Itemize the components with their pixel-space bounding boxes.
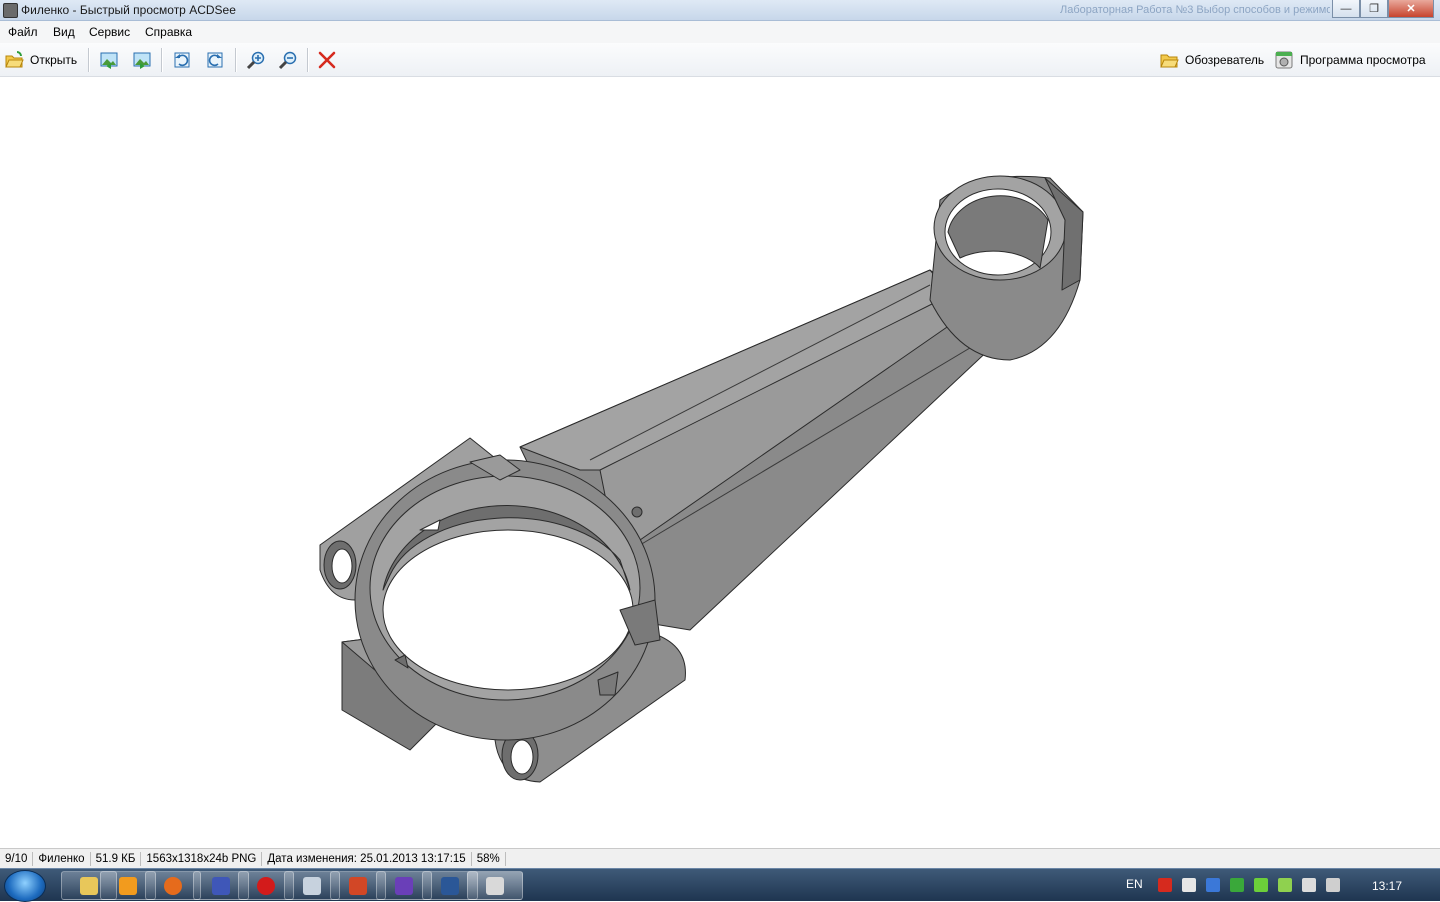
word-icon bbox=[441, 876, 459, 895]
app-icon bbox=[3, 3, 18, 18]
status-file-name: Филенко bbox=[33, 852, 91, 866]
clock[interactable]: 13:17 bbox=[1372, 879, 1402, 893]
open-label: Открыть bbox=[30, 53, 78, 67]
start-button[interactable] bbox=[4, 870, 46, 902]
viewer-button[interactable]: Программа просмотра bbox=[1274, 48, 1426, 72]
zoom-in-icon bbox=[246, 51, 265, 70]
rotate-right-icon bbox=[207, 52, 223, 68]
powerpoint-icon bbox=[349, 876, 367, 895]
zoom-out-button[interactable] bbox=[278, 48, 298, 72]
explorer-label: Обозреватель bbox=[1185, 53, 1265, 67]
status-image-info: 1563x1318x24b PNG bbox=[141, 852, 263, 866]
camera-icon bbox=[486, 876, 504, 895]
previous-image-button[interactable] bbox=[99, 48, 119, 72]
connecting-rod-image bbox=[319, 175, 1084, 783]
network-app-icon[interactable] bbox=[1206, 878, 1220, 892]
image-viewport[interactable] bbox=[0, 77, 1440, 847]
title-bar: Филенко - Быстрый просмотр ACDSee Лабора… bbox=[0, 0, 1440, 21]
folder-icon bbox=[80, 876, 98, 895]
folder-open-icon bbox=[5, 51, 24, 68]
firefox-icon bbox=[164, 876, 182, 895]
status-modified: Дата изменения: 25.01.2013 13:17:15 bbox=[262, 852, 472, 866]
status-file-size: 51.9 КБ bbox=[91, 852, 142, 866]
volume-icon[interactable] bbox=[1302, 878, 1316, 892]
rotate-right-button[interactable] bbox=[205, 48, 225, 72]
floppy-icon bbox=[212, 876, 230, 895]
previous-image-icon bbox=[100, 52, 118, 69]
update-icon[interactable] bbox=[1254, 878, 1268, 892]
zoom-out-icon bbox=[278, 51, 297, 70]
system-tray: EN 13:17 bbox=[1120, 869, 1440, 901]
folder-icon bbox=[1160, 54, 1179, 68]
zoom-in-button[interactable] bbox=[246, 48, 266, 72]
rotate-left-icon bbox=[174, 52, 190, 68]
window-title: Филенко - Быстрый просмотр ACDSee bbox=[21, 3, 236, 17]
language-indicator[interactable]: EN bbox=[1126, 877, 1143, 891]
calculator-icon bbox=[303, 876, 321, 895]
status-zoom: 58% bbox=[472, 852, 506, 866]
taskbar: EN 13:17 bbox=[0, 868, 1440, 902]
menu-tools[interactable]: Сервис bbox=[89, 25, 130, 39]
menu-help[interactable]: Справка bbox=[145, 25, 192, 39]
background-window-title: Лабораторная Работа №3 Выбор способов и … bbox=[1060, 4, 1330, 16]
toolbar-separator bbox=[235, 48, 237, 72]
delete-icon bbox=[318, 51, 336, 69]
rotate-left-button[interactable] bbox=[172, 48, 192, 72]
delete-button[interactable] bbox=[317, 48, 337, 72]
toolbar-separator bbox=[161, 48, 163, 72]
network-icon[interactable] bbox=[1326, 878, 1340, 892]
status-bar: 9/10 Филенко 51.9 КБ 1563x1318x24b PNG Д… bbox=[0, 848, 1440, 869]
taskbar-acdsee[interactable] bbox=[467, 871, 523, 900]
open-button[interactable]: Открыть bbox=[4, 48, 77, 72]
viewer-label: Программа просмотра bbox=[1300, 53, 1426, 67]
next-image-button[interactable] bbox=[132, 48, 152, 72]
acrobat-icon[interactable] bbox=[1158, 878, 1172, 892]
close-button[interactable]: ✕ bbox=[1388, 0, 1434, 18]
toolbar-separator bbox=[307, 48, 309, 72]
menu-bar: Файл Вид Сервис Справка bbox=[0, 21, 1440, 43]
toolbar: Открыть Обозреватель Программа просмотра bbox=[0, 43, 1440, 77]
menu-file[interactable]: Файл bbox=[8, 25, 38, 39]
window-controls: — ❐ ✕ bbox=[1332, 0, 1434, 18]
flag-icon[interactable] bbox=[1182, 878, 1196, 892]
toolbar-separator bbox=[88, 48, 90, 72]
opera-icon bbox=[257, 876, 275, 895]
shield-icon[interactable] bbox=[1230, 878, 1244, 892]
next-image-icon bbox=[133, 52, 151, 69]
explorer-button[interactable]: Обозреватель bbox=[1159, 48, 1264, 72]
maximize-button[interactable]: ❐ bbox=[1360, 0, 1388, 18]
rod-big-end-bore bbox=[382, 529, 634, 691]
menu-view[interactable]: Вид bbox=[53, 25, 75, 39]
viewer-icon bbox=[1275, 51, 1293, 69]
hash-icon[interactable] bbox=[1278, 878, 1292, 892]
status-position: 9/10 bbox=[0, 852, 34, 866]
pen-icon bbox=[395, 876, 413, 895]
play-icon bbox=[119, 876, 137, 895]
minimize-button[interactable]: — bbox=[1332, 0, 1360, 18]
